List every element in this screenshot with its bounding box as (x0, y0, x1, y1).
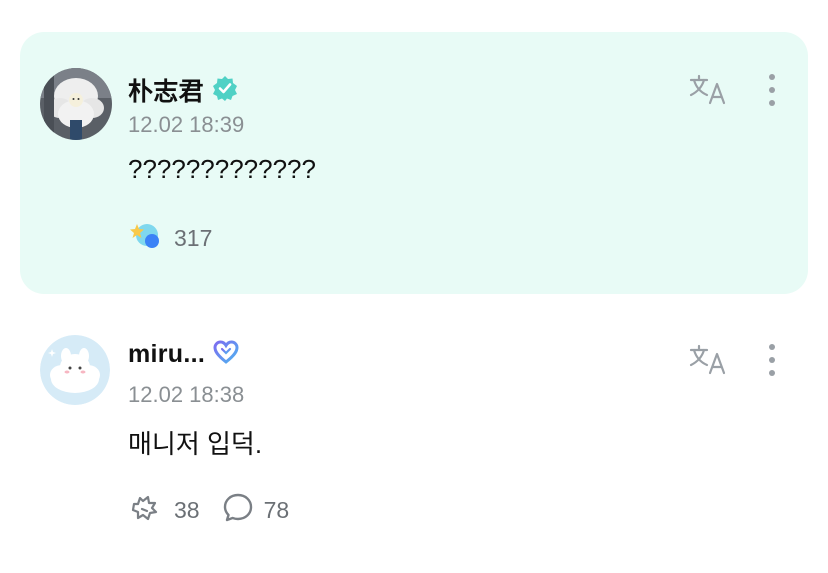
comment-count: 78 (263, 497, 290, 523)
post-text: 매니저 입덕. (128, 429, 263, 459)
star-reaction-icon (128, 220, 164, 257)
comment-icon (222, 492, 254, 529)
heart-badge-icon (213, 340, 239, 369)
like-outline-icon (128, 492, 164, 529)
more-options-button[interactable] (758, 70, 786, 114)
reaction-count: 317 (174, 225, 213, 251)
like-count: 38 (174, 497, 200, 523)
author-name[interactable]: 朴志君 (128, 72, 204, 108)
translate-icon (688, 343, 728, 382)
translate-button[interactable] (686, 72, 730, 112)
verified-badge-icon (212, 75, 238, 106)
more-vertical-icon (768, 343, 776, 382)
translate-icon (688, 73, 728, 112)
more-options-button[interactable] (758, 340, 786, 384)
post-text: ????????????? (128, 154, 316, 184)
post-timestamp: 12.02 18:39 (128, 112, 245, 137)
post-card-highlighted[interactable]: 朴志君 12.02 18:39 ????????????? 317 (20, 32, 808, 294)
author-name[interactable]: miru... (128, 340, 205, 369)
translate-button[interactable] (686, 342, 730, 382)
author-avatar[interactable] (40, 68, 112, 140)
like-button[interactable]: 38 (128, 492, 200, 529)
post-timestamp: 12.02 18:38 (128, 382, 245, 407)
comment-button[interactable]: 78 (222, 492, 290, 529)
more-vertical-icon (768, 73, 776, 112)
reaction-button[interactable]: 317 (128, 220, 212, 257)
post-card[interactable]: miru... 12.02 18:38 매니저 입덕. 38 78 (20, 300, 808, 560)
author-avatar[interactable] (40, 335, 110, 405)
